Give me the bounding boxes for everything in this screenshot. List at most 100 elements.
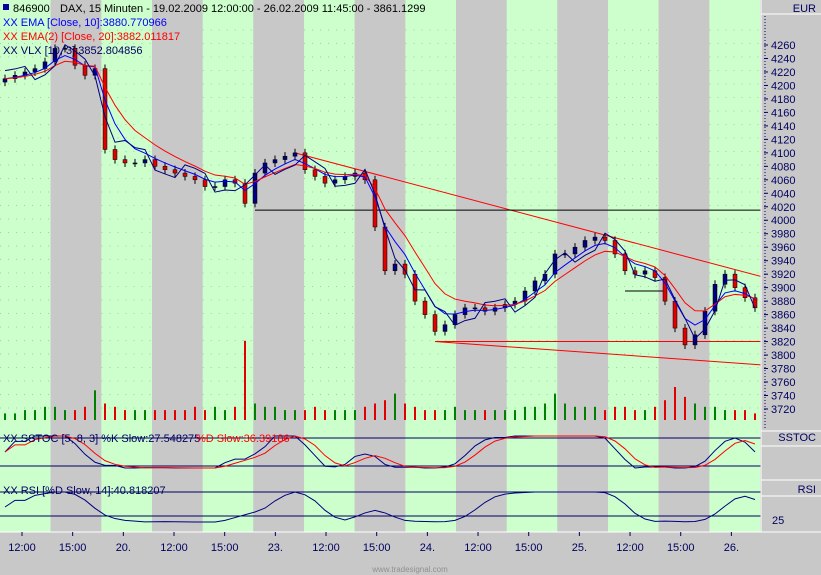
price-tick-label: 3800	[771, 350, 795, 362]
candle	[162, 166, 168, 170]
candle	[592, 236, 598, 241]
volume-bar	[124, 410, 126, 420]
volume-bar	[154, 410, 156, 420]
price-tick-label: 4160	[771, 107, 795, 119]
volume-bar	[504, 410, 506, 420]
volume-bar	[184, 410, 186, 420]
price-tick-label: 4180	[771, 94, 795, 106]
candle	[192, 176, 198, 181]
candle	[212, 186, 218, 188]
candle	[392, 263, 398, 272]
volume-bar	[324, 410, 326, 420]
volume-bar	[264, 406, 266, 420]
sstoc-legend-d[interactable]: %D Slow:36.39186	[196, 433, 290, 445]
price-tick-label: 3900	[771, 283, 795, 295]
session-band	[405, 0, 457, 532]
volume-bar	[284, 410, 286, 420]
volume-bar	[484, 410, 486, 420]
session-band	[709, 0, 761, 532]
candle	[312, 169, 318, 177]
volume-bar	[424, 410, 426, 420]
time-tick-label: 15:00	[363, 542, 391, 554]
time-axis: 12:00 15:00 20. 12:00 15:00 23. 12:00 15:00 24. 1…	[8, 532, 739, 554]
session-band	[456, 0, 507, 532]
time-tick-label: 12:00	[8, 542, 36, 554]
session-band	[354, 0, 406, 532]
volume-bar	[494, 410, 496, 420]
session-band	[557, 0, 609, 532]
time-tick-label: 15:00	[59, 542, 87, 554]
session-band	[202, 0, 254, 532]
time-tick-label: 26.	[724, 542, 739, 554]
volume-bar	[404, 403, 406, 420]
price-tick-label: 4260	[771, 40, 795, 52]
price-tick-label: 3860	[771, 310, 795, 322]
volume-bar	[584, 406, 586, 420]
chart-window: 4260 4240 4220 4200 4180 4160 4140 4120 4100 4080…	[0, 0, 821, 575]
volume-bar	[224, 410, 226, 420]
volume-bar	[464, 410, 466, 420]
price-tick-label: 4240	[771, 53, 795, 65]
candle	[422, 300, 428, 315]
price-tick-label: 4120	[771, 134, 795, 146]
price-tick-label: 3760	[771, 377, 795, 389]
vlx-legend[interactable]: XX VLX [10, 3]:3852.804856	[3, 45, 142, 57]
currency-label: EUR	[793, 3, 816, 15]
candle	[202, 179, 208, 187]
session-band	[101, 0, 153, 532]
symbol-icon	[3, 4, 9, 10]
volume-bar	[604, 410, 606, 420]
candle	[142, 159, 148, 164]
volume-bar	[434, 410, 436, 420]
volume-bar	[334, 410, 336, 420]
volume-bar	[574, 406, 576, 420]
candle	[432, 314, 438, 332]
volume-bar	[454, 406, 456, 420]
symbol: 846900	[13, 3, 50, 15]
volume-bar	[54, 406, 56, 420]
volume-bar	[384, 400, 386, 420]
volume-bar	[414, 406, 416, 420]
price-tick-label: 3740	[771, 390, 795, 402]
time-tick-label: 24.	[420, 542, 435, 554]
candle	[282, 155, 288, 160]
chart-canvas[interactable]: 42604240 42204200 41804160 41404120 41004080…	[0, 0, 821, 575]
ema10-legend[interactable]: XX EMA [Close, 10]:3880.770966	[3, 17, 167, 29]
time-tick-label: 15:00	[211, 542, 239, 554]
volume-bar	[114, 406, 116, 420]
candle	[532, 280, 538, 292]
volume-bar	[354, 410, 356, 420]
volume-bar	[674, 387, 676, 420]
ema20-legend[interactable]: XX EMA(2) [Close, 20]:3882.011817	[3, 31, 180, 43]
volume-bar	[544, 403, 546, 420]
candle	[252, 172, 258, 204]
price-tick-label: 4020	[771, 202, 795, 214]
time-tick-label: 23.	[268, 542, 283, 554]
candle	[442, 324, 448, 332]
volume-bar	[84, 406, 86, 420]
volume-bar	[754, 413, 756, 420]
sstoc-legend-k[interactable]: XX SSTOC [5, 8, 3] %K Slow:27.548275	[3, 433, 200, 445]
time-tick-label: 25.	[572, 542, 587, 554]
price-tick-label: 4140	[771, 121, 795, 133]
volume-bar	[624, 406, 626, 420]
volume-bar	[644, 410, 646, 420]
volume-bar	[74, 410, 76, 420]
candle	[182, 172, 188, 177]
candle	[332, 179, 338, 184]
volume-bar	[394, 393, 396, 420]
candle	[152, 159, 158, 167]
volume-bar	[684, 396, 686, 420]
volume-bar	[24, 410, 26, 420]
volume-bar	[194, 406, 196, 420]
volume-bar	[244, 340, 246, 420]
rsi-legend[interactable]: XX RSI [%D Slow, 14]:40.818207	[3, 485, 166, 497]
candle	[702, 310, 708, 336]
rsi-axis-label: RSI	[798, 484, 816, 496]
candle	[112, 149, 118, 160]
price-tick-label: 3960	[771, 242, 795, 254]
volume-bar	[704, 406, 706, 420]
volume-bar	[664, 400, 666, 420]
volume-bar	[474, 410, 476, 420]
price-tick-label: 3780	[771, 364, 795, 376]
